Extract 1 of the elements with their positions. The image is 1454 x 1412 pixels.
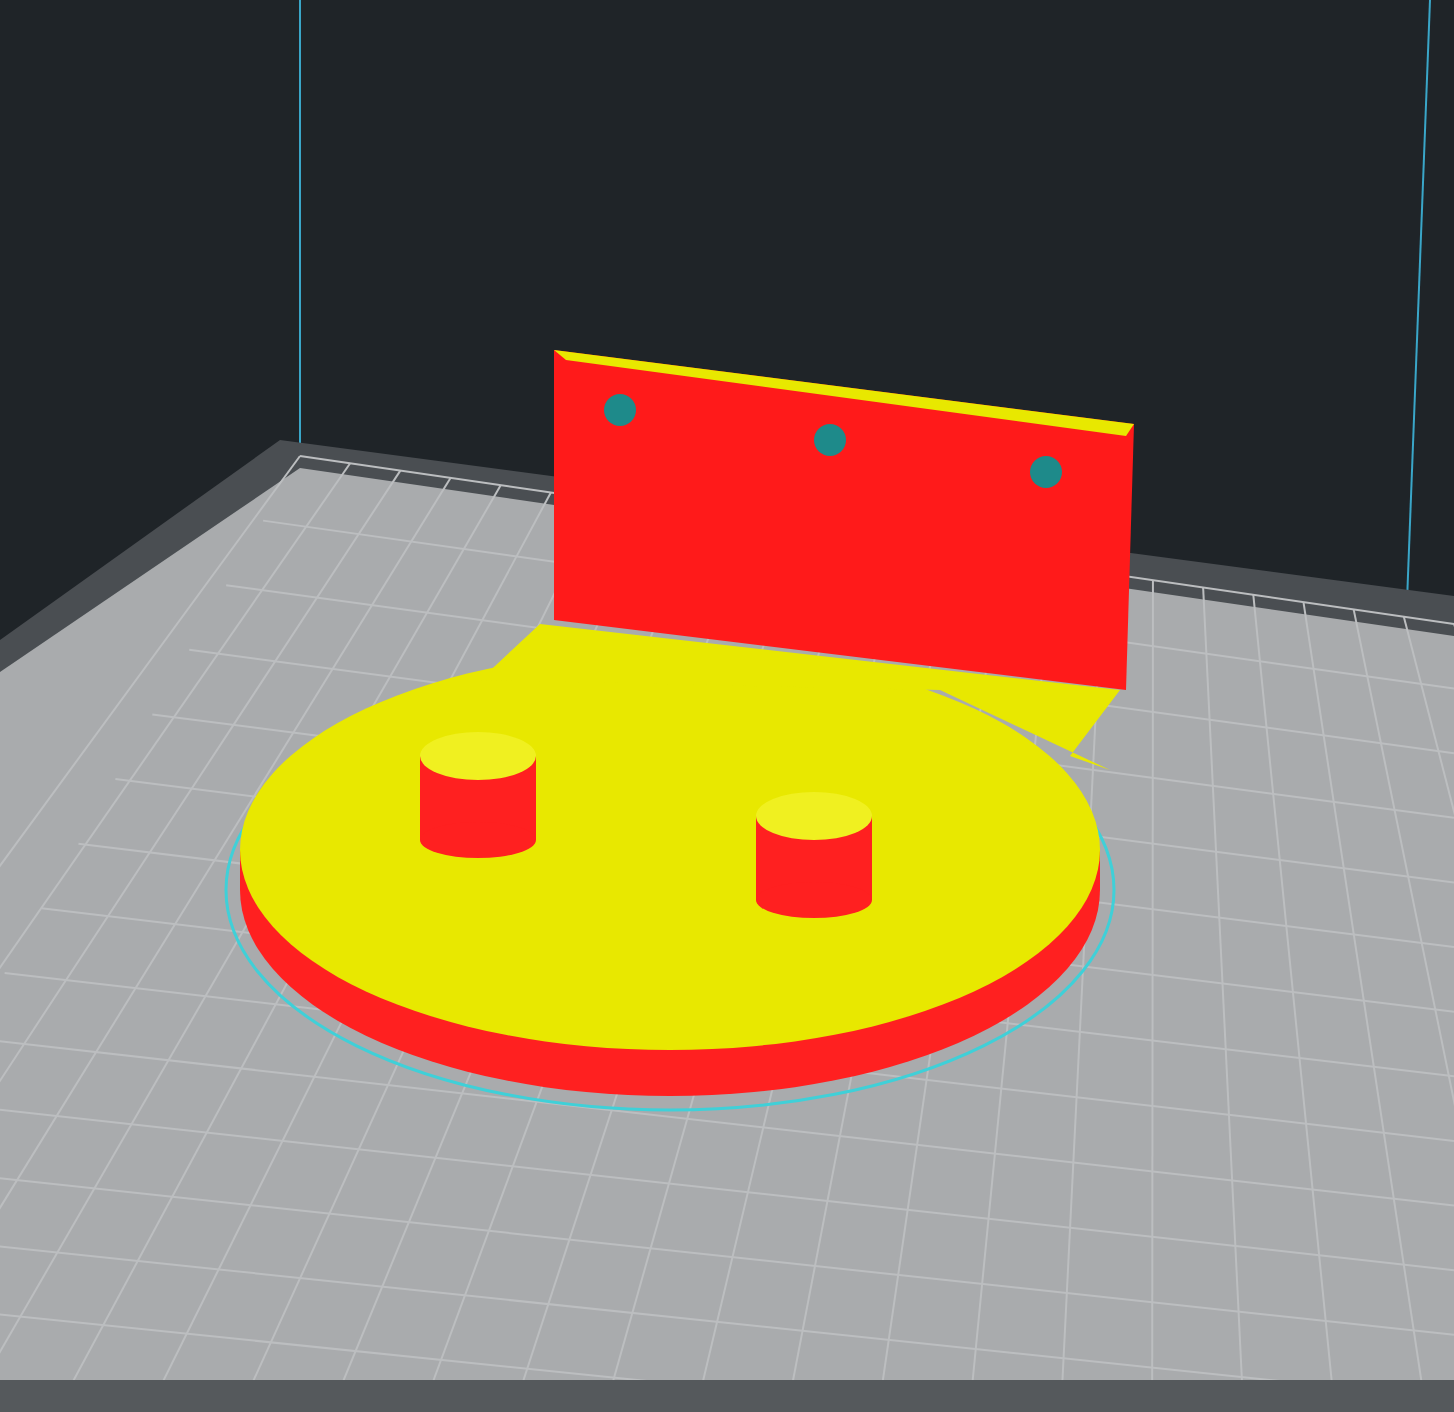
3d-viewport[interactable] bbox=[0, 0, 1454, 1412]
